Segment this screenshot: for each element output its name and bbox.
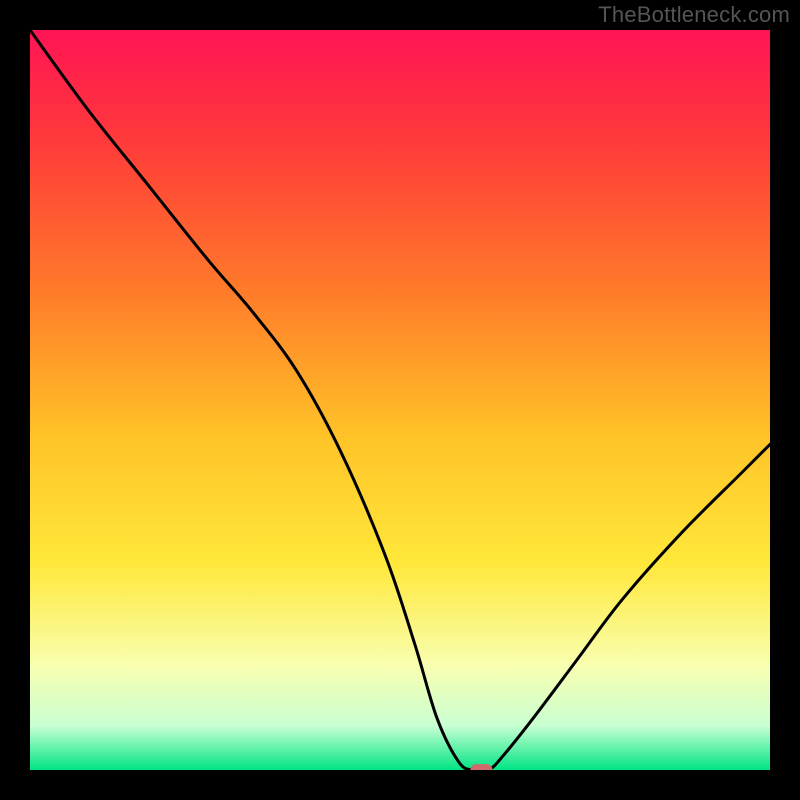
plot-svg bbox=[30, 30, 770, 770]
plot-background bbox=[30, 30, 770, 770]
chart-frame: TheBottleneck.com bbox=[0, 0, 800, 800]
optimal-marker bbox=[470, 764, 492, 770]
watermark-label: TheBottleneck.com bbox=[598, 2, 790, 28]
plot-area bbox=[30, 30, 770, 770]
